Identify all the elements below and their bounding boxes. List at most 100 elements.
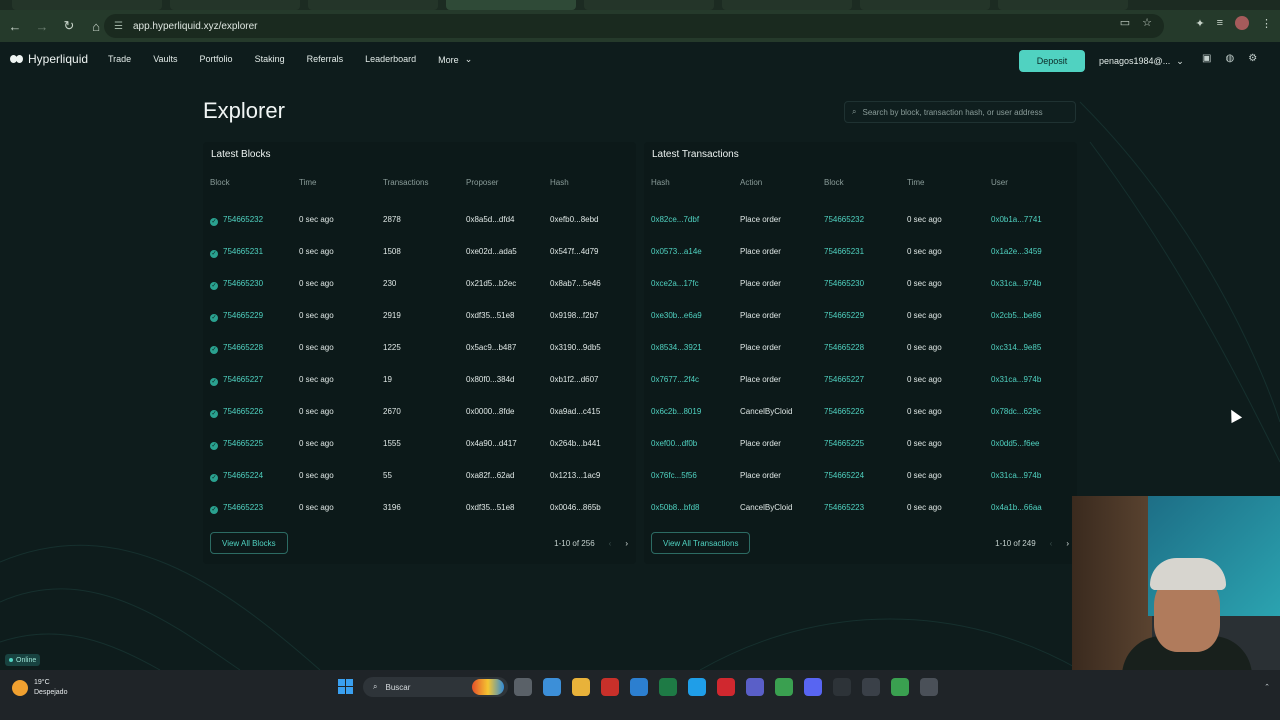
tx-block[interactable]: 754665225 [824, 439, 864, 448]
tx-hash[interactable]: 0x82ce...7dbf [651, 215, 699, 224]
store-icon[interactable] [630, 678, 648, 696]
teams-icon[interactable] [746, 678, 764, 696]
tx-user[interactable]: 0x0dd5...f6ee [991, 439, 1039, 448]
tx-hash[interactable]: 0x6c2b...8019 [651, 407, 701, 416]
block-number[interactable]: ✓ 754665231 [210, 247, 263, 258]
nav-item-trade[interactable]: Trade [108, 54, 131, 65]
browser-tab[interactable] [722, 0, 852, 10]
brand-logo[interactable]: Hyperliquid [10, 52, 88, 66]
browser-tab[interactable] [12, 0, 162, 10]
tx-hash[interactable]: 0xef00...df0b [651, 439, 697, 448]
tx-user[interactable]: 0x31ca...974b [991, 279, 1041, 288]
tx-block[interactable]: 754665227 [824, 375, 864, 384]
block-number[interactable]: ✓ 754665232 [210, 215, 263, 226]
globe-icon[interactable]: ◍ [1225, 53, 1234, 64]
tx-hash[interactable]: 0x50b8...bfd8 [651, 503, 699, 512]
tx-block[interactable]: 754665224 [824, 471, 864, 480]
windows-start-icon[interactable] [338, 679, 353, 694]
tx-block[interactable]: 754665228 [824, 343, 864, 352]
webcam-person-cap [1150, 558, 1226, 590]
install-app-icon[interactable]: ▭ [1120, 16, 1130, 29]
nav-item-staking[interactable]: Staking [255, 54, 285, 65]
chevron-left-icon[interactable]: ‹ [609, 539, 612, 548]
tx-hash[interactable]: 0x0573...a14e [651, 247, 702, 256]
tx-user[interactable]: 0x1a2e...3459 [991, 247, 1042, 256]
browser-tab[interactable] [170, 0, 300, 10]
address-bar[interactable]: ☰ app.hyperliquid.xyz/explorer [104, 14, 1164, 38]
nav-item-referrals[interactable]: Referrals [307, 54, 344, 65]
tx-block[interactable]: 754665231 [824, 247, 864, 256]
tx-block[interactable]: 754665226 [824, 407, 864, 416]
tx-block[interactable]: 754665232 [824, 215, 864, 224]
settings-icon[interactable] [862, 678, 880, 696]
block-hash: 0xa9ad...c415 [550, 407, 600, 416]
file-explorer-icon[interactable] [572, 678, 590, 696]
tx-block[interactable]: 754665230 [824, 279, 864, 288]
weather-widget[interactable]: 19°C Despejado [12, 678, 67, 698]
tx-hash[interactable]: 0x8534...3921 [651, 343, 702, 352]
nav-item-more[interactable]: More ⌄ [438, 54, 472, 65]
block-number[interactable]: ✓ 754665225 [210, 439, 263, 450]
block-number[interactable]: ✓ 754665230 [210, 279, 263, 290]
chrome-icon[interactable] [891, 678, 909, 696]
profile-avatar[interactable] [1235, 16, 1249, 30]
view-all-blocks-button[interactable]: View All Blocks [210, 532, 288, 554]
tx-block[interactable]: 754665223 [824, 503, 864, 512]
bookmark-star-icon[interactable]: ☆ [1142, 16, 1152, 29]
tx-user[interactable]: 0x0b1a...7741 [991, 215, 1042, 224]
gear-icon[interactable]: ⚙ [1248, 53, 1257, 64]
taskbar-search[interactable]: ⌕ Buscar [363, 677, 508, 697]
calculator-icon[interactable] [920, 678, 938, 696]
block-number[interactable]: ✓ 754665223 [210, 503, 263, 514]
excel-icon[interactable] [659, 678, 677, 696]
view-all-transactions-button[interactable]: View All Transactions [651, 532, 751, 554]
browser-menu-icon[interactable]: ⋮ [1261, 17, 1272, 30]
nav-item-leaderboard[interactable]: Leaderboard [365, 54, 416, 65]
tx-user[interactable]: 0x31ca...974b [991, 471, 1041, 480]
block-number[interactable]: ✓ 754665226 [210, 407, 263, 418]
tx-user[interactable]: 0xc314...9e85 [991, 343, 1041, 352]
browser-tab-active[interactable] [446, 0, 576, 10]
opera-icon[interactable] [717, 678, 735, 696]
chevron-left-icon[interactable]: ‹ [1050, 539, 1053, 548]
deposit-button[interactable]: Deposit [1019, 50, 1085, 72]
block-number[interactable]: ✓ 754665228 [210, 343, 263, 354]
tx-hash[interactable]: 0x76fc...5f56 [651, 471, 697, 480]
notifications-icon[interactable]: ▣ [1202, 53, 1211, 64]
media-icon[interactable]: ≡ [1217, 17, 1223, 29]
tx-user[interactable]: 0x31ca...974b [991, 375, 1041, 384]
tx-user[interactable]: 0x4a1b...66aa [991, 503, 1042, 512]
tx-block[interactable]: 754665229 [824, 311, 864, 320]
explorer-search-input[interactable]: ⌕ Search by block, transaction hash, or … [844, 101, 1076, 123]
discord-icon[interactable] [804, 678, 822, 696]
site-info-icon[interactable]: ☰ [114, 21, 123, 32]
skype-icon[interactable] [688, 678, 706, 696]
block-number[interactable]: ✓ 754665227 [210, 375, 263, 386]
tx-hash[interactable]: 0x7677...2f4c [651, 375, 699, 384]
block-number[interactable]: ✓ 754665224 [210, 471, 263, 482]
tx-user[interactable]: 0x2cb5...be86 [991, 311, 1041, 320]
browser-tab[interactable] [860, 0, 990, 10]
tx-user[interactable]: 0x78dc...629c [991, 407, 1041, 416]
chevron-right-icon[interactable]: › [1066, 539, 1069, 548]
nav-item-vaults[interactable]: Vaults [153, 54, 177, 65]
chevron-up-icon[interactable]: ⌃ [1264, 683, 1270, 691]
account-menu[interactable]: penagos1984@... ⌄ [1093, 50, 1187, 72]
block-number[interactable]: ✓ 754665229 [210, 311, 263, 322]
app-icon[interactable] [833, 678, 851, 696]
task-view-icon[interactable] [514, 678, 532, 696]
nav-item-portfolio[interactable]: Portfolio [200, 54, 233, 65]
back-icon[interactable]: ← [3, 14, 27, 38]
tx-hash[interactable]: 0xe30b...e6a9 [651, 311, 702, 320]
chevron-right-icon[interactable]: › [625, 539, 628, 548]
extensions-icon[interactable]: ✦ [1195, 17, 1204, 30]
browser-tab[interactable] [998, 0, 1128, 10]
copilot-icon[interactable] [543, 678, 561, 696]
tx-hash[interactable]: 0xce2a...17fc [651, 279, 699, 288]
chrome-icon[interactable] [775, 678, 793, 696]
app-icon[interactable] [601, 678, 619, 696]
forward-icon[interactable]: → [30, 14, 54, 38]
browser-tab[interactable] [308, 0, 438, 10]
reload-icon[interactable]: ↻ [57, 14, 81, 38]
browser-tab[interactable] [584, 0, 714, 10]
